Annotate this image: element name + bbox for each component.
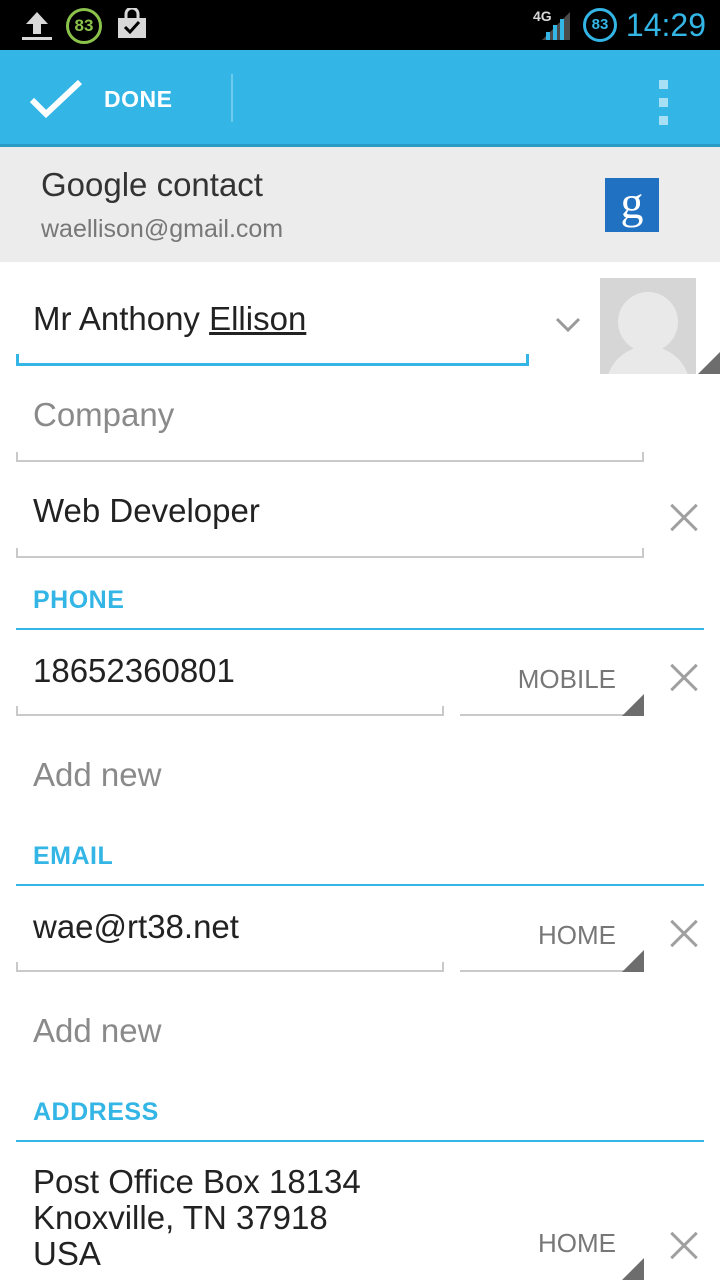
email-section-divider (16, 884, 704, 886)
job-title-tick-right (642, 548, 644, 558)
company-placeholder: Company (33, 396, 175, 433)
name-underline-tick-right (526, 354, 529, 366)
company-tick-right (642, 452, 644, 462)
phone-type-dropdown-icon (622, 694, 644, 716)
signal-icon (542, 12, 570, 40)
address-type-spinner[interactable]: HOME (460, 1204, 644, 1280)
account-header: Google contact waellison@gmail.com g (0, 147, 720, 262)
overflow-menu-icon[interactable] (648, 50, 720, 144)
status-bar: 83 4G 83 14:29 (0, 0, 720, 50)
action-bar-divider (231, 74, 233, 122)
checkmark-icon (29, 79, 83, 119)
phone-tick-left (16, 706, 18, 716)
remove-address-icon[interactable] (664, 1226, 704, 1266)
address-section-header: ADDRESS (33, 1098, 159, 1126)
google-logo-icon: g (605, 178, 659, 232)
company-underline (16, 460, 644, 462)
email-section-header: EMAIL (33, 842, 114, 870)
battery-circle-icon: 83 (66, 8, 102, 44)
job-title-tick-left (16, 548, 18, 558)
battery-level-icon: 83 (583, 8, 617, 42)
address-type-dropdown-icon (622, 1258, 644, 1280)
job-title-value: Web Developer (33, 492, 260, 529)
name-value-surname: Ellison (209, 300, 307, 337)
remove-job-title-icon[interactable] (664, 498, 704, 538)
email-tick-right (442, 962, 444, 972)
done-label: DONE (104, 86, 173, 112)
address-line-2: Knoxville, TN 37918 (33, 1199, 328, 1236)
job-title-field[interactable]: Web Developer (16, 474, 644, 560)
email-type-label: HOME (538, 920, 616, 950)
done-button[interactable]: DONE (0, 50, 232, 144)
photo-menu-corner-icon (698, 352, 720, 374)
phone-section-divider (16, 628, 704, 630)
phone-tick-right (442, 706, 444, 716)
company-field[interactable]: Company (16, 378, 644, 464)
phone-type-label: MOBILE (517, 664, 616, 694)
clock: 14:29 (625, 7, 706, 43)
address-value: Post Office Box 18134 Knoxville, TN 3791… (33, 1164, 361, 1272)
name-value-plain: Mr Anthony (33, 300, 210, 337)
contact-photo[interactable] (600, 278, 696, 374)
phone-number-field[interactable]: 18652360801 (16, 636, 444, 718)
expand-name-chevron-icon[interactable] (554, 316, 582, 334)
shopping-bag-icon (118, 8, 146, 38)
company-tick-left (16, 452, 18, 462)
email-address-value: wae@rt38.net (33, 908, 239, 945)
account-email: waellison@gmail.com (41, 215, 284, 243)
job-title-underline (16, 556, 644, 558)
email-underline (16, 970, 444, 972)
name-underline (16, 363, 529, 366)
name-field[interactable]: Mr Anthony Ellison (16, 280, 530, 368)
phone-section-header: PHONE (33, 586, 125, 614)
phone-type-underline (460, 714, 644, 716)
phone-number-value: 18652360801 (33, 652, 235, 689)
email-tick-left (16, 962, 18, 972)
upload-icon (22, 12, 52, 40)
phone-type-spinner[interactable]: MOBILE (460, 636, 644, 718)
email-address-field[interactable]: wae@rt38.net (16, 892, 444, 974)
name-value: Mr Anthony Ellison (33, 300, 306, 338)
name-underline-tick-left (16, 354, 19, 366)
remove-email-icon[interactable] (664, 914, 704, 954)
address-field[interactable]: Post Office Box 18134 Knoxville, TN 3791… (16, 1148, 444, 1280)
action-bar: DONE (0, 50, 720, 144)
address-line-1: Post Office Box 18134 (33, 1163, 361, 1200)
add-email-button[interactable]: Add new (33, 1012, 161, 1050)
address-section-divider (16, 1140, 704, 1142)
email-type-underline (460, 970, 644, 972)
add-phone-button[interactable]: Add new (33, 756, 161, 794)
google-logo-letter: g (620, 177, 644, 228)
email-type-dropdown-icon (622, 950, 644, 972)
address-type-label: HOME (538, 1228, 616, 1258)
email-type-spinner[interactable]: HOME (460, 892, 644, 974)
address-line-3: USA (33, 1235, 101, 1272)
account-type-label: Google contact (41, 166, 263, 203)
remove-phone-icon[interactable] (664, 658, 704, 698)
phone-underline (16, 714, 444, 716)
